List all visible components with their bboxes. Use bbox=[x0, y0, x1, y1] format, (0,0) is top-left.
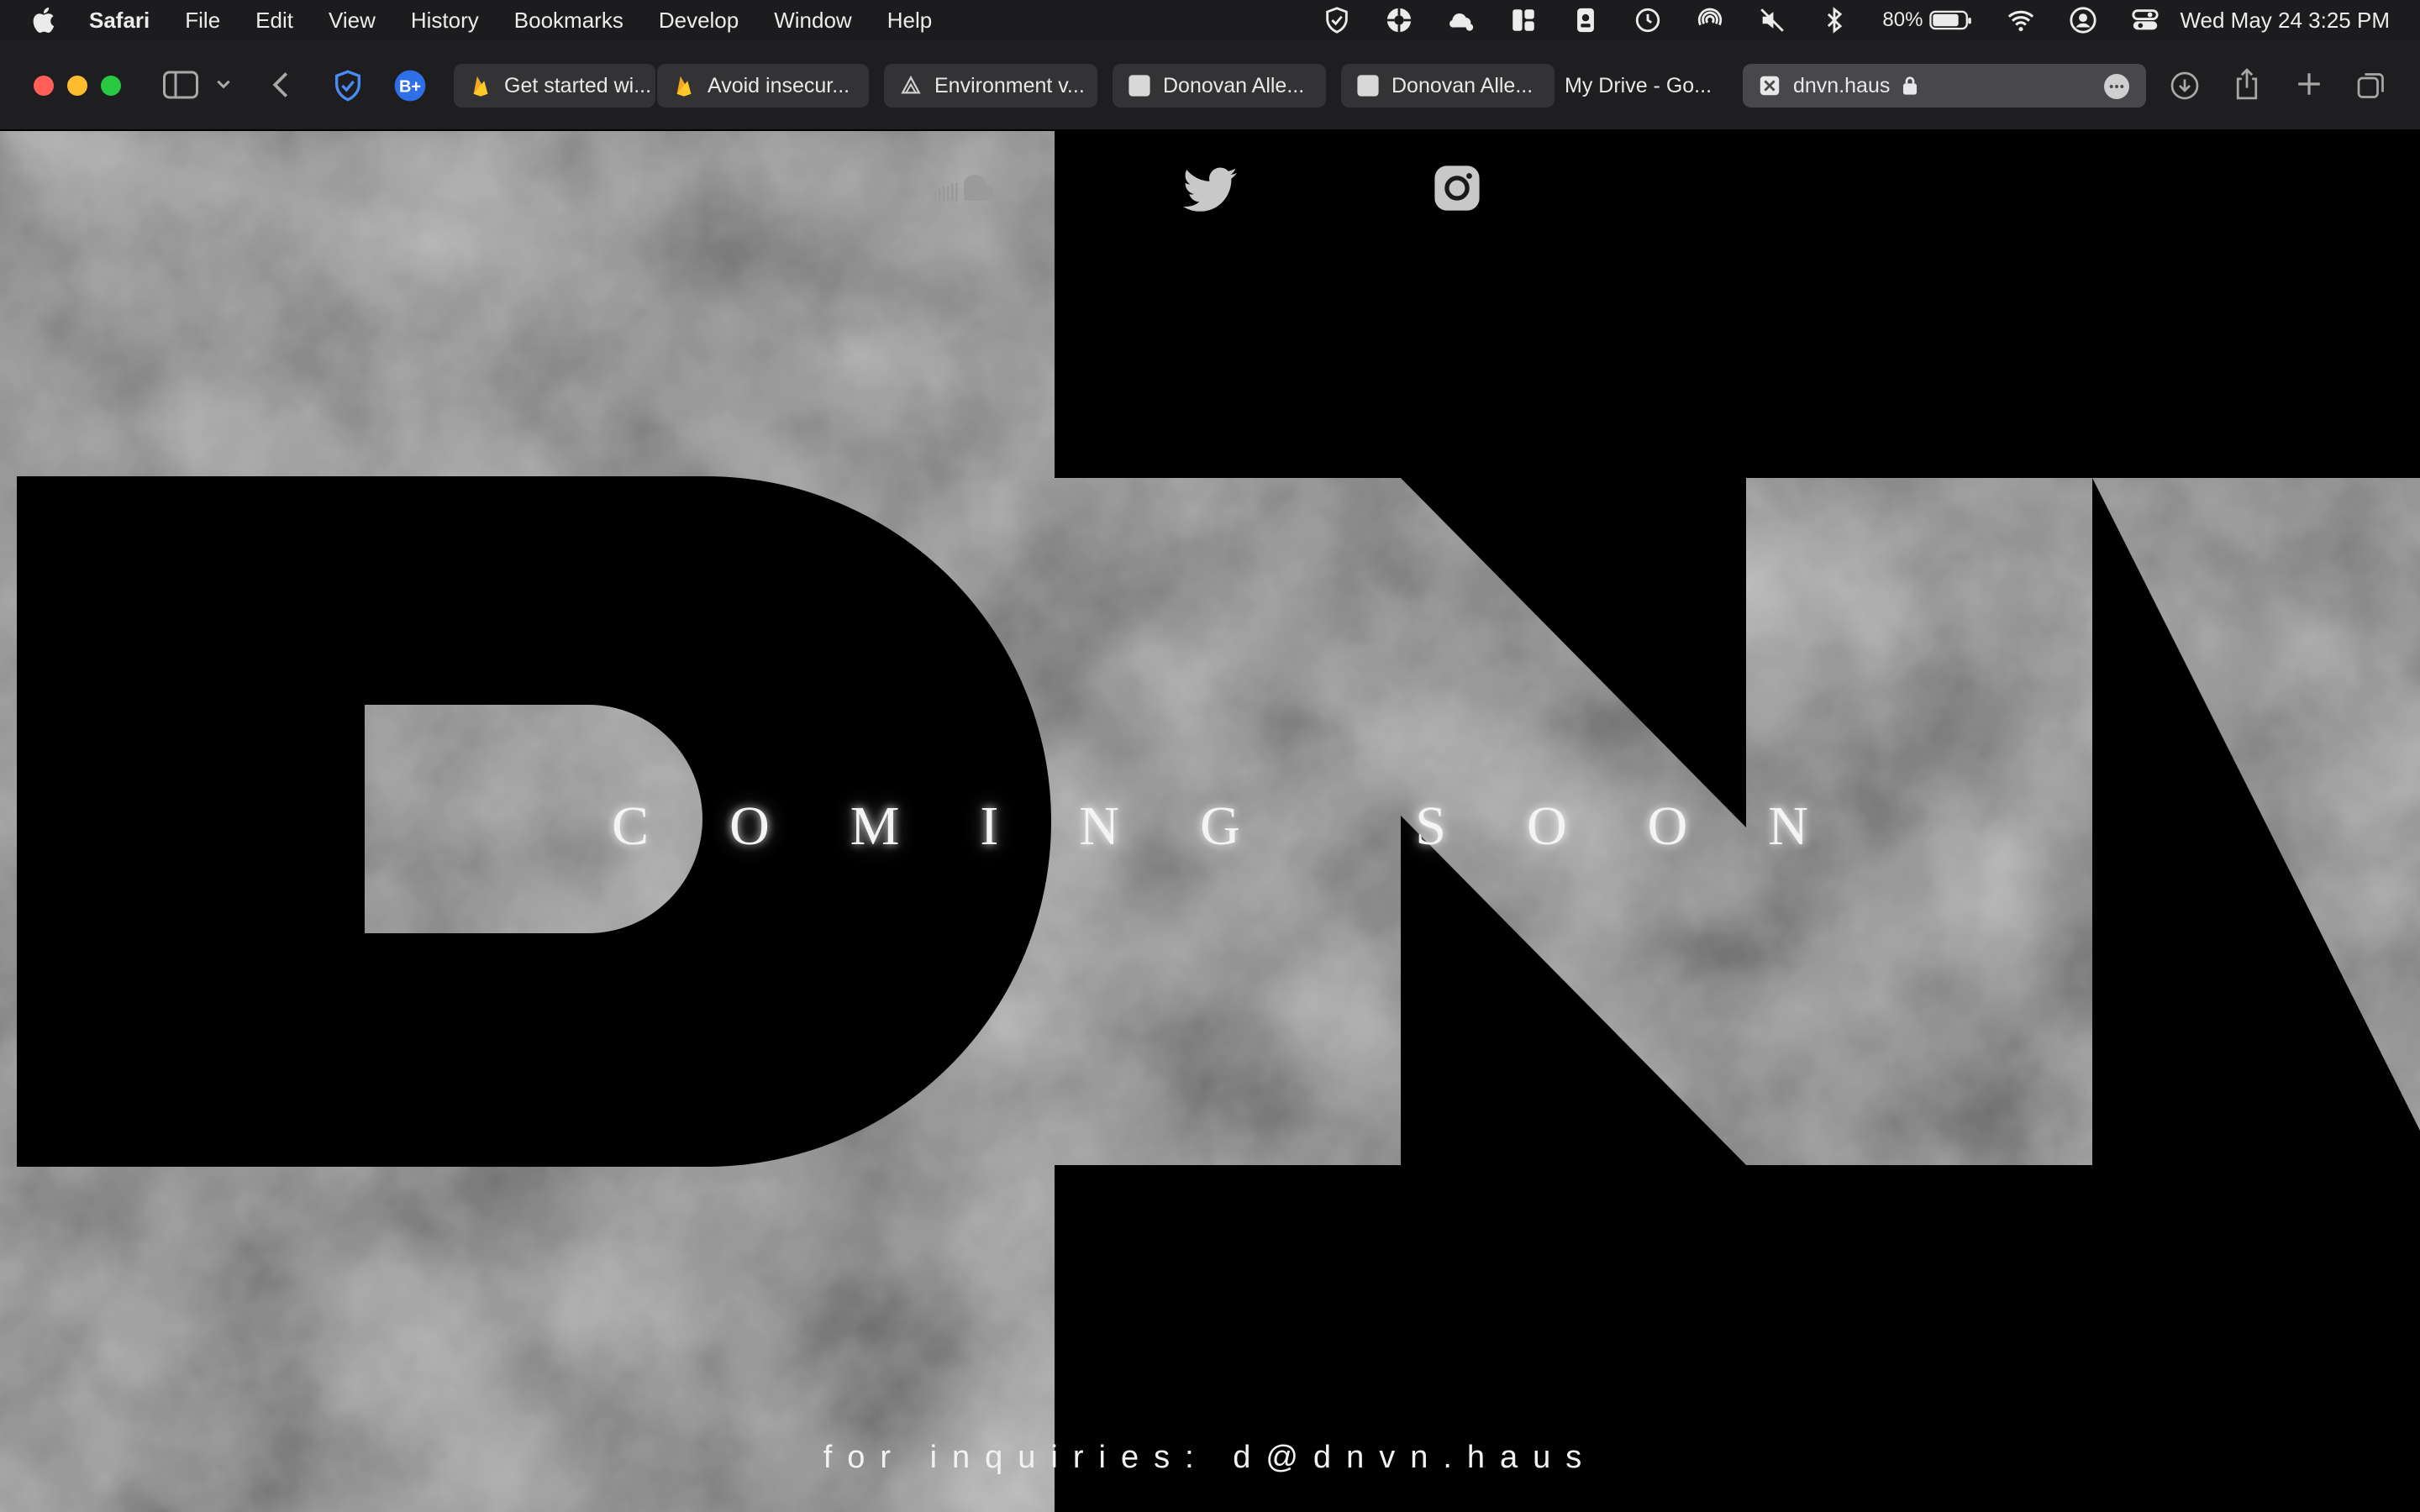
contact-card-icon[interactable] bbox=[1571, 6, 1600, 34]
status-area: 80% Wed May 24 3:25 PM bbox=[1323, 0, 2420, 40]
tab-title: Environment v... bbox=[934, 73, 1085, 97]
sidebar-toggle-icon[interactable] bbox=[163, 71, 198, 99]
wifi-icon[interactable] bbox=[2007, 6, 2035, 34]
mute-icon[interactable] bbox=[1758, 6, 1786, 34]
lock-icon bbox=[1903, 76, 1918, 95]
tab-title: My Drive - Go... bbox=[1565, 73, 1712, 97]
weather-icon[interactable] bbox=[1447, 6, 1476, 34]
bluetooth-icon[interactable] bbox=[1820, 6, 1849, 34]
page-icon bbox=[1356, 74, 1380, 97]
battery-percent: 80% bbox=[1882, 8, 1923, 31]
menu-develop[interactable]: Develop bbox=[659, 8, 739, 34]
menu-edit[interactable]: Edit bbox=[255, 8, 293, 34]
tab-title: Donovan Alle... bbox=[1163, 73, 1305, 97]
menubar-clock[interactable]: Wed May 24 3:25 PM bbox=[2180, 8, 2390, 34]
downloads-icon[interactable] bbox=[2170, 71, 2200, 101]
menu-history[interactable]: History bbox=[411, 8, 479, 34]
browser-tab[interactable]: Environment v... bbox=[884, 64, 1097, 108]
firebase-icon bbox=[469, 74, 492, 97]
inquiries-email[interactable]: for inquiries: d@dnvn.haus bbox=[0, 1440, 2420, 1476]
minimize-window-button[interactable] bbox=[67, 76, 87, 96]
browser-tab[interactable]: Donovan Alle... bbox=[1341, 64, 1555, 108]
tab-title: Get started wi... bbox=[504, 73, 652, 97]
airdrop-icon[interactable] bbox=[1696, 6, 1724, 34]
new-tab-icon[interactable] bbox=[2296, 71, 2323, 97]
chevron-down-icon[interactable] bbox=[215, 76, 232, 92]
browser-tab[interactable]: Avoid insecur... bbox=[657, 64, 869, 108]
back-button-icon[interactable] bbox=[271, 71, 291, 99]
aperture-icon[interactable] bbox=[1385, 6, 1413, 34]
tab-overview-icon[interactable] bbox=[2356, 71, 2386, 101]
menu-view[interactable]: View bbox=[329, 8, 376, 34]
instagram-icon[interactable] bbox=[1428, 160, 1486, 217]
close-window-button[interactable] bbox=[34, 76, 54, 96]
active-tab-address-field[interactable]: dnvn.haus bbox=[1743, 64, 2146, 108]
tab-title: Avoid insecur... bbox=[708, 73, 850, 97]
menu-app-safari[interactable]: Safari bbox=[89, 8, 150, 34]
menu-help[interactable]: Help bbox=[887, 8, 932, 34]
menu-file[interactable]: File bbox=[185, 8, 220, 34]
more-options-icon[interactable] bbox=[2104, 74, 2129, 99]
user-icon[interactable] bbox=[2069, 6, 2097, 34]
time-machine-icon[interactable] bbox=[1634, 6, 1662, 34]
firebase-icon bbox=[672, 74, 696, 97]
soundcloud-icon[interactable] bbox=[931, 168, 995, 210]
page-icon bbox=[1128, 74, 1151, 97]
menu-bar: Safari File Edit View History Bookmarks … bbox=[0, 0, 2420, 40]
extension-bplus-icon[interactable]: B+ bbox=[393, 69, 427, 102]
zoom-window-button[interactable] bbox=[101, 76, 121, 96]
browser-tab[interactable]: Get started wi... bbox=[454, 64, 655, 108]
browser-tab[interactable]: My Drive - Go... bbox=[1548, 64, 1734, 108]
shield-icon[interactable] bbox=[1323, 6, 1351, 34]
control-center-icon[interactable] bbox=[2131, 6, 2160, 34]
share-icon[interactable] bbox=[2233, 67, 2260, 101]
grid-icon[interactable] bbox=[1509, 6, 1538, 34]
coming-soon-headline: COMING SOON bbox=[612, 795, 1889, 857]
tab-title: Donovan Alle... bbox=[1392, 73, 1534, 97]
close-tab-icon[interactable] bbox=[1758, 74, 1781, 97]
battery-icon[interactable] bbox=[1929, 6, 1973, 34]
twitter-icon[interactable] bbox=[1176, 156, 1244, 223]
webpage-content: COMING SOON for inquiries: d@dnvn.haus bbox=[0, 131, 2420, 1512]
vercel-icon bbox=[899, 74, 923, 97]
apple-logo-icon[interactable] bbox=[30, 6, 55, 34]
menu-bookmarks[interactable]: Bookmarks bbox=[514, 8, 623, 34]
privacy-shield-icon[interactable] bbox=[331, 69, 365, 102]
browser-tab[interactable]: Donovan Alle... bbox=[1113, 64, 1326, 108]
black-region-top bbox=[1055, 131, 2420, 478]
svg-text:B+: B+ bbox=[399, 78, 421, 97]
menu-window[interactable]: Window bbox=[774, 8, 851, 34]
address-url[interactable]: dnvn.haus bbox=[1793, 74, 1890, 98]
